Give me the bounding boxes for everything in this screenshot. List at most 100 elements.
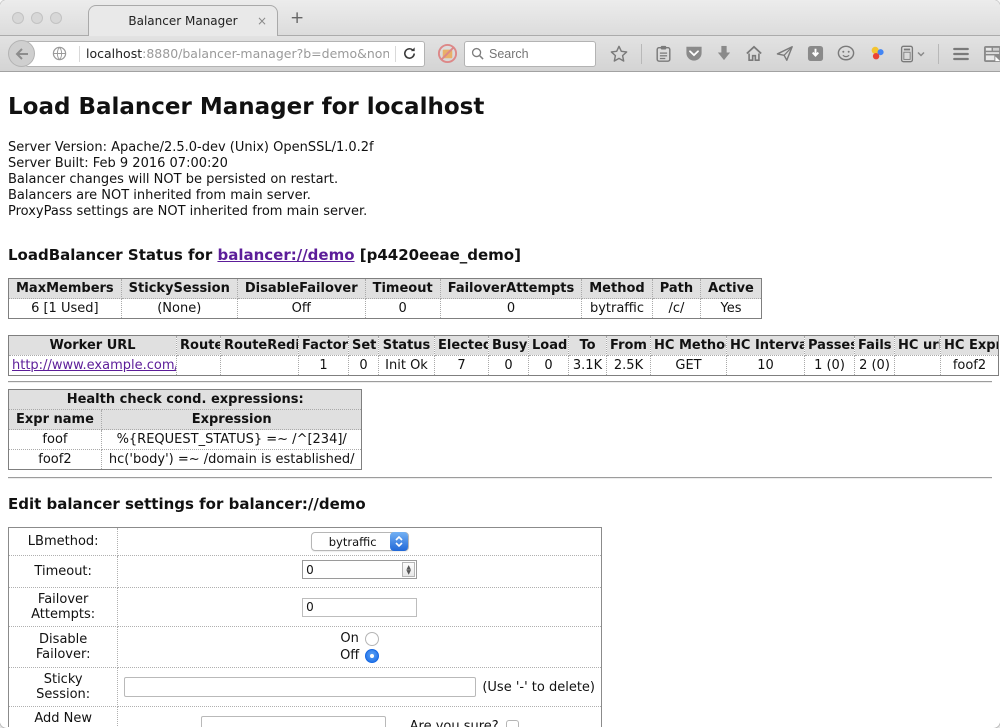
chat-smiley-icon[interactable] [837,45,855,62]
hc-table-title: Health check cond. expressions: [9,390,362,410]
col-routeredir: RouteRedir [221,336,299,356]
save-to-device-icon[interactable] [807,45,824,62]
window-controls [12,12,62,24]
sticky-session-input[interactable] [124,677,476,697]
edit-balancer-form: LBmethod: bytraffic Timeout: 0 [8,527,602,727]
cell-hc-uri [895,356,941,376]
worker-status-table: Worker URL Route RouteRedir Factor Set S… [8,335,999,376]
col-disablefailover: DisableFailover [237,279,365,299]
toolbar-separator-2 [938,44,939,64]
number-stepper-icon[interactable]: ▲▼ [402,562,415,577]
sidebar-extension-icon[interactable] [983,45,1000,63]
bookmark-star-icon[interactable] [610,45,628,63]
col-busy: Busy [489,336,529,356]
url-text[interactable]: localhost:8880/balancer-manager?b=demo&n… [86,46,389,61]
col-active: Active [701,279,762,299]
cell-expression: hc('body') =~ /domain is established/ [101,450,362,470]
new-tab-button[interactable]: + [290,8,304,28]
back-button[interactable] [8,40,35,67]
minimize-window-button[interactable] [31,12,43,24]
disable-failover-on-radio[interactable] [365,632,379,646]
search-input[interactable] [489,47,589,61]
timeout-input[interactable]: 0 ▲▼ [302,560,417,579]
cell-load: 0 [529,356,569,376]
navigation-toolbar: localhost:8880/balancer-manager?b=demo&n… [0,36,1000,72]
timeout-row: Timeout: 0 ▲▼ [9,556,602,588]
col-route: Route [177,336,221,356]
hc-header-row: Expr name Expression [9,410,362,430]
urlbar-divider [79,46,80,62]
tab-balancer-manager[interactable]: Balancer Manager × [88,5,278,36]
cell-active: Yes [701,299,762,319]
cell-hc-interval: 10 [727,356,805,376]
cell-factor: 1 [299,356,349,376]
are-you-sure-checkbox[interactable] [506,720,519,728]
lbmethod-selected-value: bytraffic [329,535,391,549]
hc-title-row: Health check cond. expressions: [9,390,362,410]
close-window-button[interactable] [12,12,24,24]
zoom-window-button[interactable] [50,12,62,24]
lbmethod-select[interactable]: bytraffic [311,532,409,551]
cell-timeout: 0 [365,299,440,319]
col-status: Status [379,336,435,356]
col-failoverattempts: FailoverAttempts [440,279,582,299]
radio-off-label: Off [340,648,359,663]
tab-title: Balancer Manager [128,14,237,28]
send-page-icon[interactable] [776,45,794,62]
col-passes: Passes [805,336,855,356]
edit-settings-heading: Edit balancer settings for balancer://de… [8,495,992,513]
cell-from: 2.5K [607,356,651,376]
worker-row: http://www.example.com/ 1 0 Init Ok 7 0 … [9,356,999,376]
inherit-notice-line: Balancers are NOT inherited from main se… [8,188,992,204]
are-you-sure-label: Are you sure? [410,719,499,728]
toolbar-icons [610,44,1000,64]
content-blocker-extension-icon[interactable] [437,43,458,64]
back-arrow-icon [15,48,29,60]
failover-attempts-input[interactable]: 0 [302,598,417,617]
disable-failover-row: Disable Failover: On Off [9,627,602,668]
timeout-label: Timeout: [9,556,118,588]
search-icon [471,47,484,60]
col-hc-method: HC Method [651,336,727,356]
cell-hc-method: GET [651,356,727,376]
pocket-icon[interactable] [685,45,703,62]
server-version-line: Server Version: Apache/2.5.0-dev (Unix) … [8,140,992,156]
home-icon[interactable] [745,45,763,62]
cell-expr-name: foof2 [9,450,102,470]
add-new-worker-row: Add New Worker: Are you sure? [9,707,602,728]
balancer-demo-link[interactable]: balancer://demo [217,246,354,264]
cell-to: 3.1K [569,356,607,376]
col-hc-uri: HC uri [895,336,941,356]
url-bar[interactable]: localhost:8880/balancer-manager?b=demo&n… [25,41,425,67]
sticky-session-row: Sticky Session: (Use '-' to delete) [9,668,602,707]
tab-close-icon[interactable]: × [257,14,267,28]
downloads-icon[interactable] [716,45,732,62]
cell-route [177,356,221,376]
col-expression: Expression [101,410,362,430]
urlbar-divider-2 [395,46,396,62]
add-new-worker-input[interactable] [201,716,386,727]
cell-hc-expr: foof2 [941,356,999,376]
menu-hamburger-icon[interactable] [952,47,970,61]
browser-window: Balancer Manager × + localhost:8880/bala… [0,0,1000,728]
disable-failover-off-radio[interactable] [365,649,379,663]
url-host: localhost [86,46,142,61]
colored-dots-extension-icon[interactable] [868,45,886,62]
worker-url-link[interactable]: http://www.example.com/ [12,358,177,373]
disable-failover-label: Disable Failover: [9,627,118,668]
page-content: Load Balancer Manager for localhost Serv… [0,72,1000,727]
url-path: :8880/balancer-manager?b=demo&nonce=decc… [142,46,389,61]
container-tabs-icon[interactable] [899,45,925,63]
search-bar[interactable] [464,41,596,67]
cell-disablefailover: Off [237,299,365,319]
cell-status: Init Ok [379,356,435,376]
site-identity-globe-icon[interactable] [52,46,67,61]
horizontal-rule-2 [8,477,992,479]
chevron-down-icon [917,51,925,57]
server-info: Server Version: Apache/2.5.0-dev (Unix) … [8,140,992,220]
proxypass-notice-line: ProxyPass settings are NOT inherited fro… [8,204,992,220]
persist-notice-line: Balancer changes will NOT be persisted o… [8,172,992,188]
col-elected: Elected [435,336,489,356]
reload-button[interactable] [402,46,417,61]
reading-list-clipboard-icon[interactable] [655,45,672,63]
